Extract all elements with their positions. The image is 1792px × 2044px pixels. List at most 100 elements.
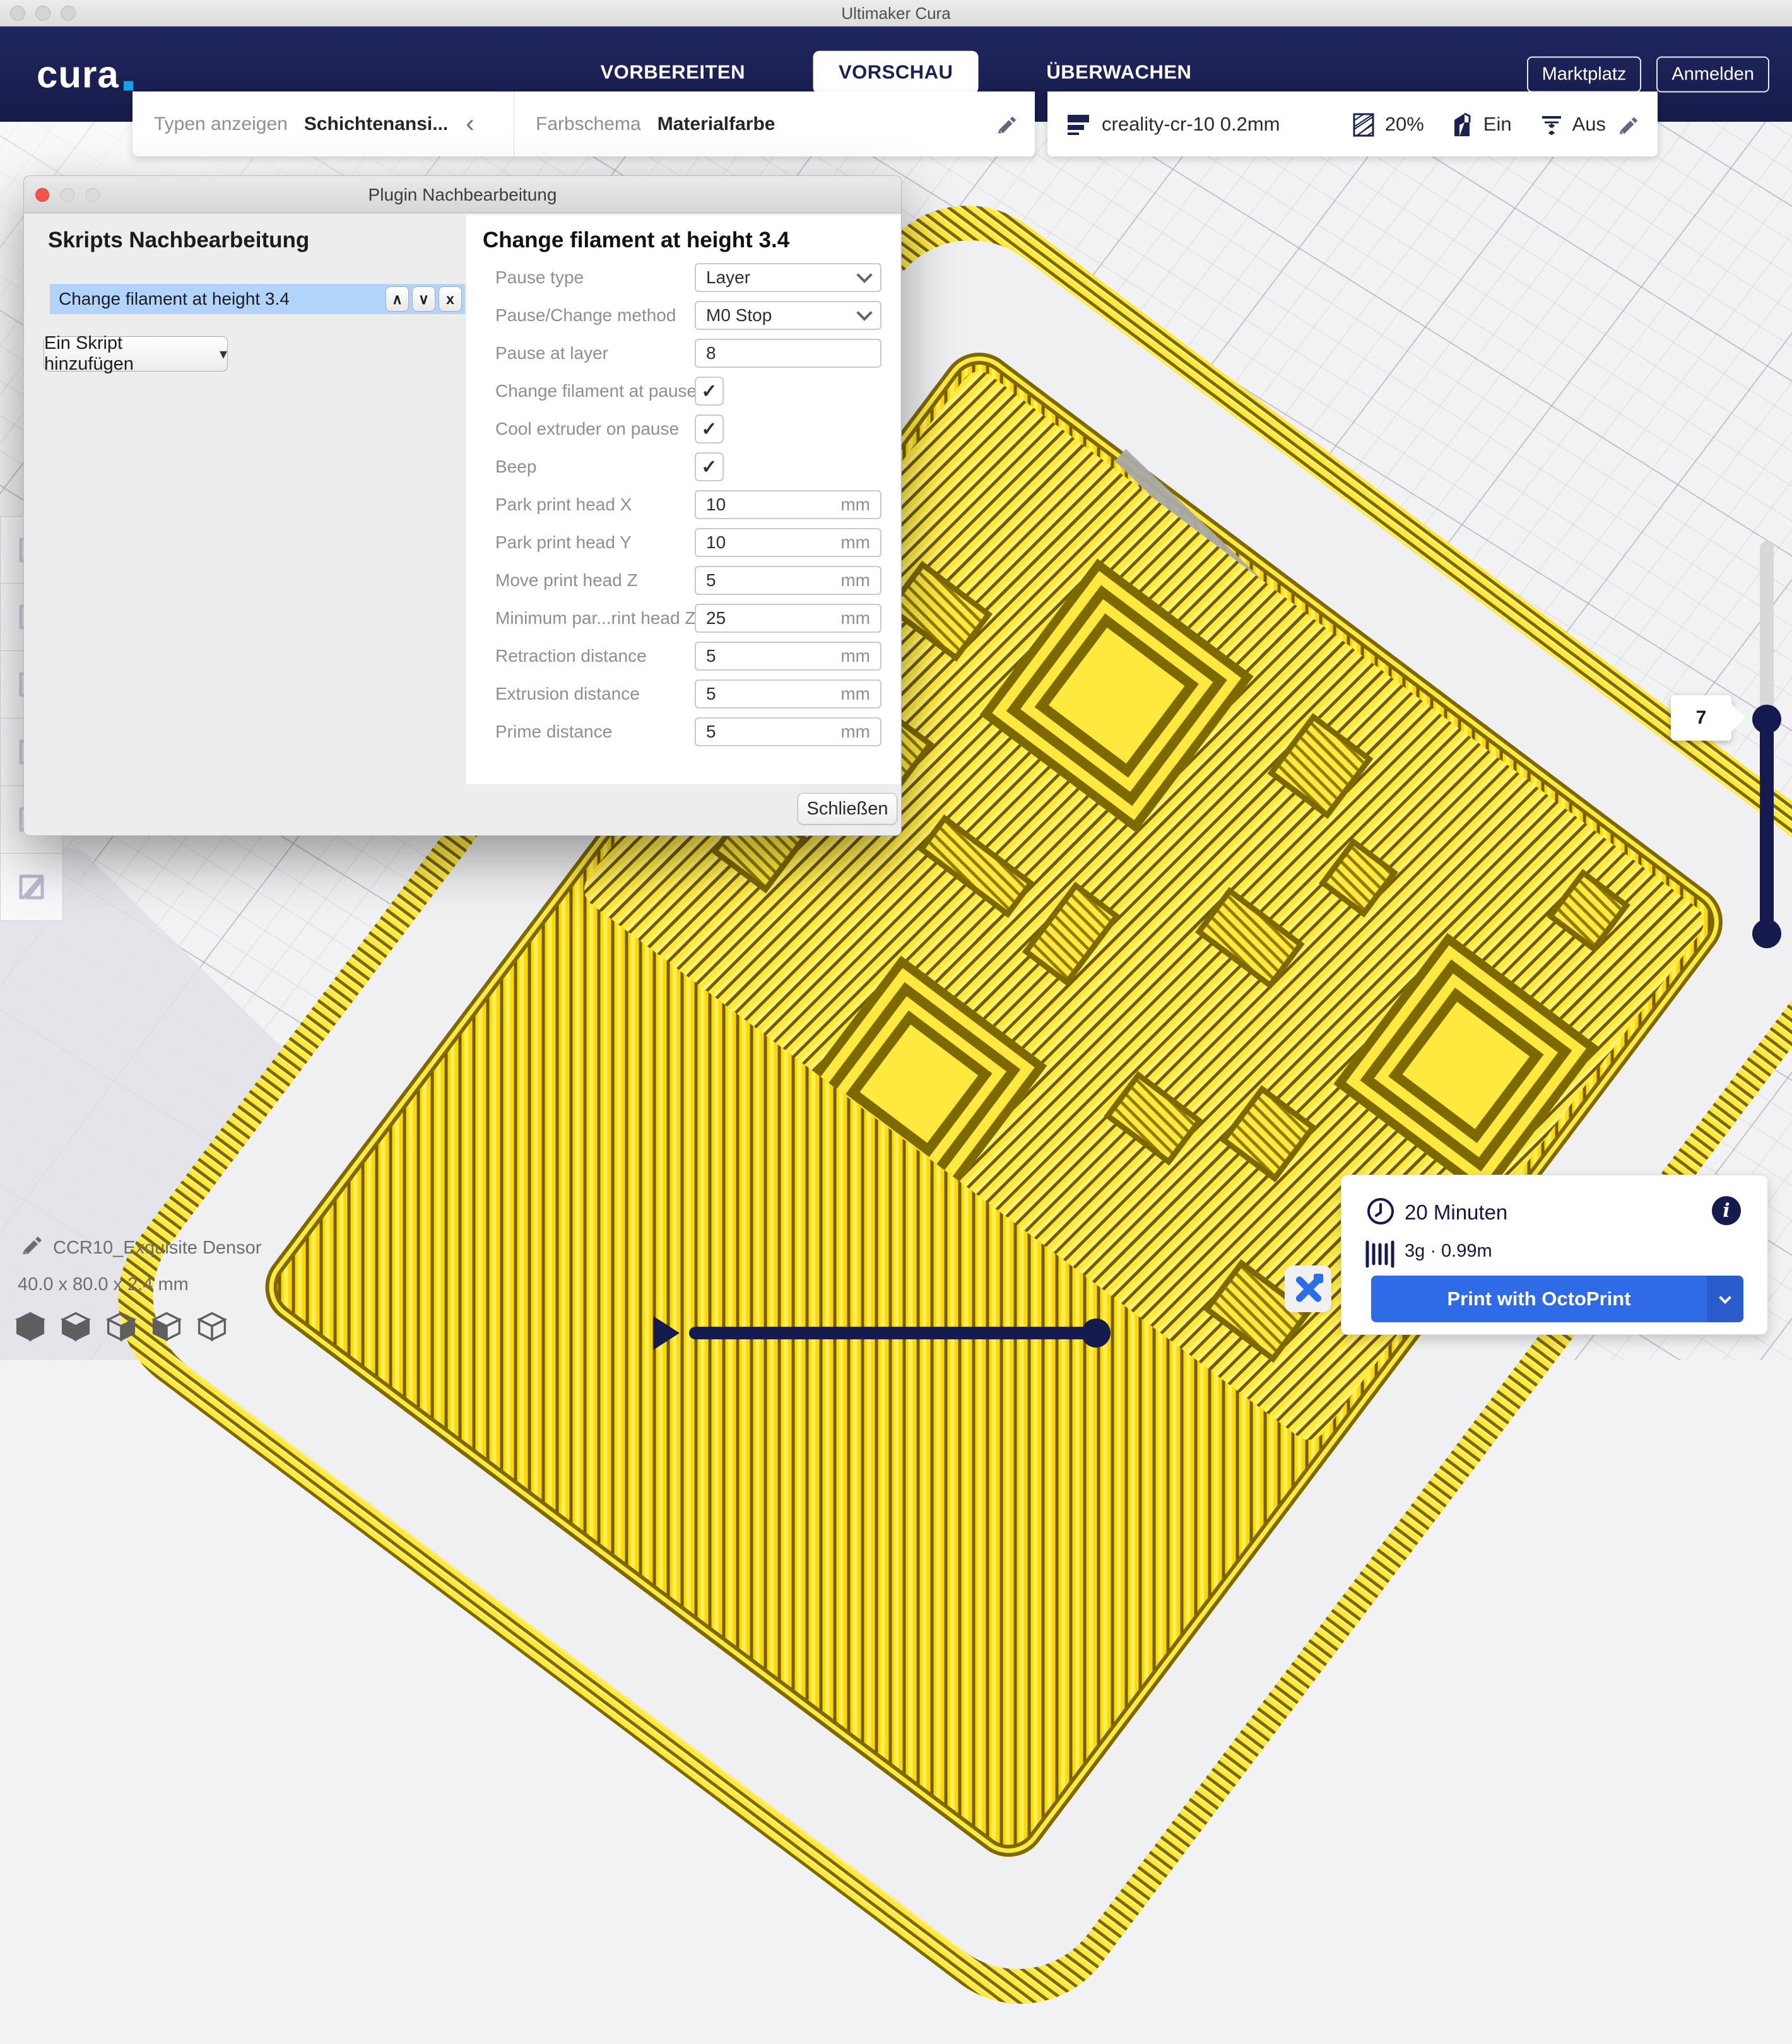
text-field[interactable]: 5 mm — [695, 717, 881, 746]
form-row: Minimum par...rint head Z 25 25 mm ✓ — [483, 604, 881, 633]
field-label: Change filament at pause — [483, 381, 695, 401]
support-icon — [1451, 111, 1476, 138]
move-script-down-button[interactable]: ∨ — [412, 286, 435, 312]
form-row: Move print head Z 5 5 mm ✓ — [483, 566, 881, 595]
collapse-chevron-icon[interactable]: ‹ — [466, 110, 474, 138]
post-processing-dialog: Plugin Nachbearbeitung Skripts Nachbearb… — [23, 175, 902, 836]
chevron-down-icon — [856, 267, 872, 283]
signin-button[interactable]: Anmelden — [1656, 56, 1769, 92]
view-type-value: Schichtenansi... — [304, 114, 448, 135]
edit-pencil-icon[interactable] — [994, 112, 1018, 136]
chevron-down-icon — [1719, 1291, 1731, 1304]
add-script-dropdown[interactable]: Ein Skript hinzufügen ▾ — [44, 336, 228, 372]
dialog-close-button[interactable] — [35, 188, 49, 202]
form-row: Pause/Change method M0 Stop M0 Stop ✓ — [483, 301, 881, 330]
field-label: Retraction distance — [483, 646, 695, 666]
script-settings-heading: Change filament at height 3.4 — [483, 228, 900, 253]
scripts-heading: Skripts Nachbearbeitung — [48, 228, 309, 253]
text-field[interactable]: 8 — [695, 339, 881, 368]
unit-label: mm — [840, 570, 870, 590]
form-row: Pause at layer 8 8 ✓ — [483, 339, 881, 368]
form-row: Prime distance 5 5 mm ✓ — [483, 717, 881, 746]
unit-label: mm — [840, 495, 870, 515]
adhesion-setting: Aus — [1538, 111, 1606, 138]
layer-slider-upper-handle[interactable] — [1752, 705, 1781, 734]
unit-label: mm — [840, 684, 870, 704]
clock-icon — [1365, 1196, 1396, 1226]
form-row: Park print head X 10 10 mm ✓ — [483, 490, 881, 519]
model-dimensions: 40.0 x 80.0 x 2.4 mm — [18, 1274, 189, 1295]
adhesion-icon — [1538, 111, 1565, 138]
layer-slider-range — [1760, 712, 1774, 940]
dropdown-field[interactable]: M0 Stop — [695, 301, 881, 330]
form-row: Cool extruder on pause ✓ — [483, 414, 881, 443]
script-settings-rows: Pause type Layer Layer ✓ — [483, 263, 881, 746]
view-settings-bar: Typen anzeigen Schichtenansi... ‹ Farbsc… — [133, 91, 1035, 156]
text-field[interactable]: 5 mm — [695, 642, 881, 671]
simulation-slider-track[interactable] — [689, 1327, 1093, 1339]
close-dialog-button[interactable]: Schließen — [798, 793, 897, 825]
print-options-dropdown[interactable] — [1707, 1276, 1743, 1322]
dialog-titlebar[interactable]: Plugin Nachbearbeitung — [24, 176, 901, 213]
selected-script-row[interactable]: Change filament at height 3.4 ∧ ∨ x — [50, 284, 465, 314]
selected-script-name: Change filament at height 3.4 — [50, 289, 386, 309]
view-type-label: Typen anzeigen — [154, 114, 288, 135]
dialog-maximize-button[interactable] — [86, 188, 100, 202]
rename-model-pencil-icon[interactable] — [19, 1231, 44, 1257]
checkmark-icon: ✓ — [701, 456, 717, 478]
print-settings-bar[interactable]: creality-cr-10 0.2mm 20% Ein Aus — [1047, 91, 1658, 156]
unit-label: mm — [840, 532, 870, 553]
text-field[interactable]: 10 mm — [695, 528, 881, 557]
field-label: Park print head X — [483, 495, 695, 515]
text-field[interactable]: 10 mm — [695, 490, 881, 519]
print-time: 20 Minuten — [1405, 1201, 1507, 1225]
script-settings-panel: Change filament at height 3.4 Pause type… — [466, 215, 900, 784]
edit-print-settings-pencil-icon[interactable] — [1616, 112, 1640, 136]
print-settings-wrench-button[interactable] — [1285, 1266, 1331, 1312]
field-label: Extrusion distance — [483, 684, 695, 704]
dropdown-field[interactable]: Layer — [695, 263, 881, 292]
text-field[interactable]: 25 mm — [695, 604, 881, 633]
model-name[interactable]: CCR10_Exquisite Densor — [53, 1238, 261, 1259]
support-blocker-tool-icon[interactable] — [0, 854, 63, 921]
view-default-icon[interactable] — [14, 1310, 47, 1342]
checkbox[interactable]: ✓ — [695, 452, 724, 481]
view-front-icon[interactable] — [59, 1310, 92, 1342]
chevron-down-icon — [856, 305, 872, 320]
layer-value: 7 — [1696, 707, 1707, 729]
view-orientation-buttons — [14, 1310, 228, 1342]
material-usage: 3g · 0.99m — [1405, 1241, 1492, 1262]
unit-label: mm — [840, 722, 870, 742]
view-top-icon[interactable] — [105, 1310, 138, 1342]
printer-profile: creality-cr-10 0.2mm — [1102, 113, 1280, 136]
view-type-selector[interactable]: Typen anzeigen Schichtenansi... ‹ — [133, 91, 514, 156]
play-icon[interactable] — [653, 1316, 680, 1350]
color-scheme-value: Materialfarbe — [657, 114, 775, 135]
checkbox[interactable]: ✓ — [695, 414, 724, 443]
logo-dot — [124, 81, 133, 90]
view-left-icon[interactable] — [150, 1310, 183, 1342]
info-icon[interactable]: i — [1712, 1196, 1741, 1225]
field-label: Pause type — [483, 267, 695, 288]
field-label: Minimum par...rint head Z — [483, 608, 695, 628]
stage-tab[interactable]: VORBEREITEN — [575, 50, 770, 93]
cura-logo: cura — [37, 52, 133, 96]
text-field[interactable]: 5 mm — [695, 566, 881, 595]
dialog-title: Plugin Nachbearbeitung — [24, 176, 901, 213]
color-scheme-selector[interactable]: Farbschema Materialfarbe — [514, 91, 1035, 156]
view-right-icon[interactable] — [196, 1310, 228, 1342]
move-script-up-button[interactable]: ∧ — [386, 286, 409, 312]
checkbox[interactable]: ✓ — [695, 377, 724, 406]
marketplace-button[interactable]: Marktplatz — [1527, 56, 1642, 92]
stage-tab[interactable]: ÜBERWACHEN — [1021, 50, 1217, 93]
layer-slider-lower-handle[interactable] — [1752, 919, 1781, 948]
form-row: Change filament at pause ✓ — [483, 377, 881, 406]
form-row: Park print head Y 10 10 mm ✓ — [483, 528, 881, 557]
print-with-octoprint-button[interactable]: Print with OctoPrint — [1371, 1276, 1743, 1322]
text-field[interactable]: 5 mm — [695, 679, 881, 708]
dialog-minimize-button[interactable] — [61, 188, 74, 202]
checkmark-icon: ✓ — [701, 418, 717, 440]
remove-script-button[interactable]: x — [439, 286, 462, 312]
stage-tab[interactable]: VORSCHAU — [813, 50, 978, 93]
simulation-slider-handle[interactable] — [1082, 1319, 1111, 1348]
